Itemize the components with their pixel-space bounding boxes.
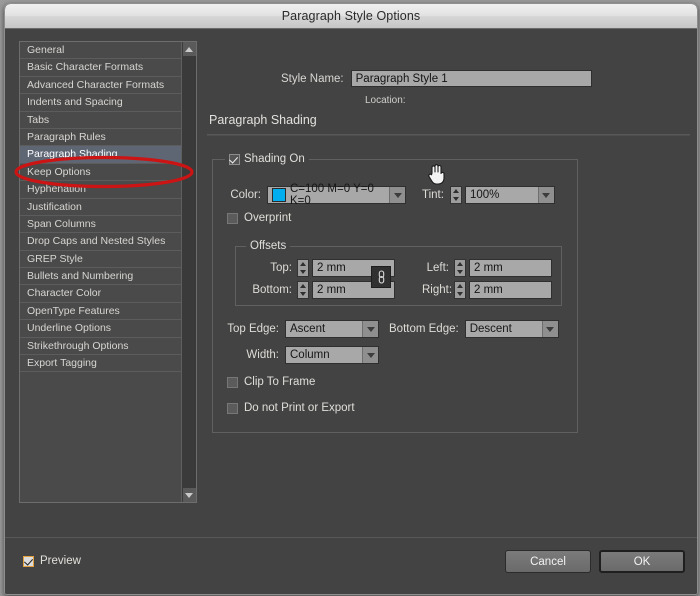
clip-to-frame-checkbox[interactable] bbox=[227, 376, 238, 388]
bottom-edge-row: Bottom Edge: Descent bbox=[389, 320, 559, 338]
sidebar-item-opentype-features[interactable]: OpenType Features bbox=[20, 303, 181, 321]
offset-left-stepper[interactable] bbox=[454, 259, 466, 277]
heading-divider bbox=[207, 134, 690, 136]
chevron-down-icon[interactable] bbox=[389, 187, 405, 203]
offset-left-row: Left: 2 mm bbox=[422, 259, 552, 277]
offsets-legend: Offsets bbox=[246, 240, 291, 252]
style-name-input[interactable]: Paragraph Style 1 bbox=[350, 70, 592, 87]
sidebar-item-underline-options[interactable]: Underline Options bbox=[20, 320, 181, 338]
tint-row: Tint: 100% bbox=[422, 186, 555, 204]
sidebar-item-character-color[interactable]: Character Color bbox=[20, 285, 181, 303]
top-edge-label: Top Edge: bbox=[227, 323, 279, 335]
chevron-down-icon[interactable] bbox=[362, 321, 378, 337]
scroll-up-arrow-icon[interactable] bbox=[182, 42, 196, 56]
page-title: Paragraph Shading bbox=[209, 113, 317, 127]
color-swatch-icon bbox=[272, 188, 286, 202]
link-offsets-button[interactable] bbox=[371, 266, 391, 288]
cancel-button[interactable]: Cancel bbox=[505, 550, 591, 573]
offset-left-label: Left: bbox=[426, 262, 449, 274]
title-bar: Paragraph Style Options bbox=[5, 4, 697, 29]
color-row: Color: C=100 M=0 Y=0 K=0 bbox=[223, 183, 406, 207]
sidebar-item-keep-options[interactable]: Keep Options bbox=[20, 164, 181, 182]
clip-to-frame-row[interactable]: Clip To Frame bbox=[227, 376, 315, 388]
sidebar-item-export-tagging[interactable]: Export Tagging bbox=[20, 355, 181, 373]
offset-bottom-stepper[interactable] bbox=[297, 281, 309, 299]
top-edge-value: Ascent bbox=[290, 323, 326, 335]
top-edge-dropdown[interactable]: Ascent bbox=[285, 320, 379, 338]
category-list-items: General Basic Character Formats Advanced… bbox=[20, 42, 181, 502]
bottom-edge-dropdown[interactable]: Descent bbox=[464, 320, 559, 338]
offset-right-row: Right: 2 mm bbox=[422, 281, 552, 299]
sidebar-item-advanced-character-formats[interactable]: Advanced Character Formats bbox=[20, 77, 181, 95]
preview-label: Preview bbox=[40, 555, 81, 567]
offset-top-stepper[interactable] bbox=[297, 259, 309, 277]
offsets-group: Offsets Top: 2 mm Bottom: 2 mm Left: 2 m… bbox=[235, 240, 562, 306]
list-empty-area bbox=[20, 372, 181, 502]
style-name-row: Style Name: Paragraph Style 1 bbox=[281, 70, 592, 87]
paragraph-style-options-dialog: Paragraph Style Options General Basic Ch… bbox=[4, 3, 698, 595]
overprint-row[interactable]: Overprint bbox=[227, 212, 291, 224]
preview-checkbox[interactable] bbox=[23, 555, 34, 567]
offset-right-label: Right: bbox=[422, 284, 453, 296]
width-dropdown[interactable]: Column bbox=[285, 346, 379, 364]
bottom-edge-label: Bottom Edge: bbox=[389, 323, 459, 335]
scroll-down-arrow-icon[interactable] bbox=[182, 488, 196, 502]
do-not-print-checkbox[interactable] bbox=[227, 402, 238, 414]
sidebar-item-bullets-and-numbering[interactable]: Bullets and Numbering bbox=[20, 268, 181, 286]
chevron-down-icon[interactable] bbox=[541, 321, 558, 337]
width-row: Width: Column bbox=[213, 346, 379, 364]
chain-link-icon bbox=[378, 270, 384, 284]
window-title: Paragraph Style Options bbox=[281, 9, 421, 23]
color-dropdown[interactable]: C=100 M=0 Y=0 K=0 bbox=[267, 183, 406, 207]
color-label: Color: bbox=[230, 189, 261, 201]
sidebar-item-paragraph-shading[interactable]: Paragraph Shading bbox=[20, 146, 181, 164]
preview-row[interactable]: Preview bbox=[23, 555, 81, 567]
offset-right-stepper[interactable] bbox=[454, 281, 466, 299]
offset-top-label: Top: bbox=[270, 262, 292, 274]
do-not-print-row[interactable]: Do not Print or Export bbox=[227, 402, 355, 414]
category-list[interactable]: General Basic Character Formats Advanced… bbox=[19, 41, 197, 503]
chevron-down-icon[interactable] bbox=[537, 187, 554, 203]
location-label: Location: bbox=[365, 95, 406, 106]
tint-dropdown[interactable]: 100% bbox=[464, 186, 555, 204]
width-label: Width: bbox=[246, 349, 279, 361]
top-edge-row: Top Edge: Ascent bbox=[213, 320, 379, 338]
sidebar-item-grep-style[interactable]: GREP Style bbox=[20, 251, 181, 269]
sidebar-item-strikethrough-options[interactable]: Strikethrough Options bbox=[20, 338, 181, 356]
offset-left-input[interactable]: 2 mm bbox=[469, 259, 552, 277]
clip-to-frame-label: Clip To Frame bbox=[244, 376, 316, 388]
offset-right-input[interactable]: 2 mm bbox=[469, 281, 552, 299]
shading-on-checkbox[interactable] bbox=[229, 153, 240, 165]
dialog-footer: Preview Cancel OK bbox=[5, 537, 697, 594]
scrollbar-track[interactable] bbox=[182, 56, 196, 488]
style-name-label: Style Name: bbox=[281, 72, 344, 85]
sidebar-scrollbar[interactable] bbox=[181, 42, 196, 502]
sidebar-item-paragraph-rules[interactable]: Paragraph Rules bbox=[20, 129, 181, 147]
sidebar-item-justification[interactable]: Justification bbox=[20, 199, 181, 216]
sidebar-item-drop-caps-and-nested-styles[interactable]: Drop Caps and Nested Styles bbox=[20, 233, 181, 251]
chevron-down-icon[interactable] bbox=[362, 347, 378, 363]
sidebar-item-tabs[interactable]: Tabs bbox=[20, 112, 181, 129]
sidebar-item-hyphenation[interactable]: Hyphenation bbox=[20, 181, 181, 199]
tint-value: 100% bbox=[469, 189, 500, 201]
sidebar-item-basic-character-formats[interactable]: Basic Character Formats bbox=[20, 59, 181, 77]
shading-group: Shading On Color: C=100 M=0 Y=0 K=0 Tint… bbox=[212, 153, 578, 433]
tint-label: Tint: bbox=[422, 189, 444, 201]
sidebar-item-indents-and-spacing[interactable]: Indents and Spacing bbox=[20, 94, 181, 112]
dialog-body: General Basic Character Formats Advanced… bbox=[5, 29, 697, 594]
do-not-print-label: Do not Print or Export bbox=[244, 402, 355, 414]
tint-stepper[interactable] bbox=[449, 186, 462, 204]
overprint-label: Overprint bbox=[244, 212, 292, 224]
shading-on-label: Shading On bbox=[244, 153, 305, 165]
shading-on-row[interactable]: Shading On bbox=[225, 153, 309, 165]
offset-bottom-label: Bottom: bbox=[252, 284, 292, 296]
sidebar-item-general[interactable]: General bbox=[20, 42, 181, 60]
overprint-checkbox[interactable] bbox=[227, 212, 238, 224]
width-value: Column bbox=[290, 349, 330, 361]
sidebar-item-span-columns[interactable]: Span Columns bbox=[20, 216, 181, 234]
ok-button[interactable]: OK bbox=[599, 550, 685, 573]
bottom-edge-value: Descent bbox=[469, 323, 512, 335]
color-value: C=100 M=0 Y=0 K=0 bbox=[290, 183, 374, 207]
